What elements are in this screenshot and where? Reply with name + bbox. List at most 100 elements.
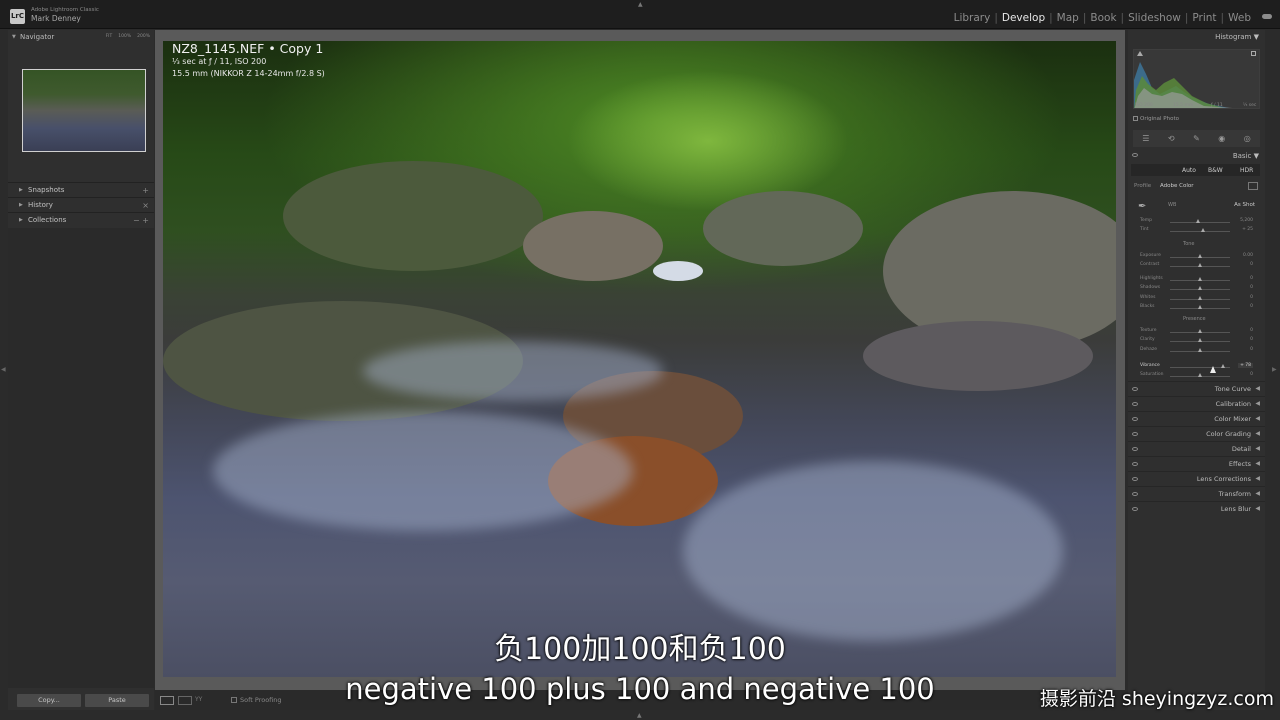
crop-icon[interactable]: ⟲ <box>1168 134 1175 143</box>
module-book[interactable]: Book <box>1086 12 1120 24</box>
healing-icon[interactable]: ✎ <box>1193 134 1200 143</box>
panel-visibility-eye-icon[interactable] <box>1132 492 1138 496</box>
section-calibration[interactable]: Calibration ◀ <box>1128 396 1265 411</box>
zoom-100[interactable]: 100% <box>118 30 131 44</box>
snapshots-section[interactable]: ▶ Snapshots + <box>8 182 154 197</box>
history-section[interactable]: ▶ History × <box>8 197 154 212</box>
slider-value[interactable]: + 78 <box>1238 363 1253 368</box>
slider-value[interactable]: 0 <box>1250 347 1253 352</box>
shadow-clipping-icon[interactable] <box>1137 51 1143 56</box>
panel-visibility-eye-icon[interactable] <box>1132 447 1138 451</box>
filmstrip-toggle-icon[interactable]: ▲ <box>637 712 642 719</box>
collections-controls-icon[interactable]: − + <box>133 213 149 228</box>
section-color-mixer[interactable]: Color Mixer ◀ <box>1128 411 1265 426</box>
slider-value[interactable]: 0 <box>1250 276 1253 281</box>
bw-button[interactable]: B&W <box>1208 167 1223 174</box>
module-print[interactable]: Print <box>1188 12 1220 24</box>
panel-visibility-eye-icon[interactable] <box>1132 387 1138 391</box>
photo-preview[interactable] <box>163 41 1116 677</box>
panel-visibility-eye-icon[interactable] <box>1132 477 1138 481</box>
navigator-preview-thumbnail[interactable] <box>22 69 146 152</box>
red-eye-icon[interactable]: ◉ <box>1218 134 1225 143</box>
slider-thumb-icon[interactable] <box>1197 296 1202 300</box>
histogram-header[interactable]: Histogram ▼ <box>1215 33 1259 41</box>
slider-value[interactable]: 0.00 <box>1243 253 1253 258</box>
slider-thumb-icon[interactable] <box>1200 228 1205 232</box>
slider-thumb-icon[interactable] <box>1197 373 1202 377</box>
panel-visibility-eye-icon[interactable] <box>1132 153 1138 157</box>
slider-value[interactable]: 0 <box>1250 262 1253 267</box>
module-web[interactable]: Web <box>1224 12 1255 24</box>
slider-thumb-icon[interactable] <box>1197 329 1202 333</box>
auto-button[interactable]: Auto <box>1182 167 1196 174</box>
slider-clarity[interactable]: Clarity 0 <box>1136 337 1258 345</box>
zoom-200[interactable]: 200% <box>137 30 150 44</box>
slider-thumb-icon[interactable] <box>1197 305 1202 309</box>
zoom-fit[interactable]: FIT <box>106 30 113 44</box>
slider-thumb-icon[interactable] <box>1197 254 1202 258</box>
slider-thumb-icon[interactable] <box>1197 277 1202 281</box>
slider-value[interactable]: + 25 <box>1242 227 1253 232</box>
module-slideshow[interactable]: Slideshow <box>1124 12 1185 24</box>
panel-visibility-eye-icon[interactable] <box>1132 432 1138 436</box>
navigator-header[interactable]: ▼ Navigator FIT 100% 200% <box>8 30 154 44</box>
slider-vibrance[interactable]: Vibrance + 78 <box>1136 363 1258 371</box>
wb-dropdown[interactable]: As Shot <box>1234 202 1255 208</box>
section-transform[interactable]: Transform ◀ <box>1128 486 1265 501</box>
section-lens-blur[interactable]: Lens Blur ◀ <box>1128 501 1265 516</box>
histogram-graph[interactable] <box>1133 49 1260 109</box>
slider-thumb-icon[interactable] <box>1197 348 1202 352</box>
clear-history-icon[interactable]: × <box>142 198 149 213</box>
module-map[interactable]: Map <box>1053 12 1083 24</box>
panel-visibility-eye-icon[interactable] <box>1132 417 1138 421</box>
checkbox-icon[interactable] <box>1133 116 1138 121</box>
edit-sliders-icon[interactable]: ☰ <box>1142 134 1149 143</box>
slider-shadows[interactable]: Shadows 0 <box>1136 285 1258 293</box>
hdr-button[interactable]: HDR <box>1240 167 1253 174</box>
section-effects[interactable]: Effects ◀ <box>1128 456 1265 471</box>
slider-value[interactable]: 0 <box>1250 304 1253 309</box>
section-color-grading[interactable]: Color Grading ◀ <box>1128 426 1265 441</box>
cloud-sync-icon[interactable] <box>1262 14 1272 19</box>
section-lens-corrections[interactable]: Lens Corrections ◀ <box>1128 471 1265 486</box>
profile-dropdown[interactable]: Adobe Color <box>1160 183 1194 189</box>
right-panel-toggle-icon[interactable]: ▶ <box>1272 366 1277 373</box>
original-photo-toggle[interactable]: Original Photo <box>1133 116 1179 122</box>
add-snapshot-icon[interactable]: + <box>142 183 149 198</box>
panel-toggle-top-icon[interactable]: ▲ <box>638 1 643 8</box>
slider-thumb-icon[interactable] <box>1196 219 1201 223</box>
white-balance-eyedropper-icon[interactable]: ✒ <box>1138 201 1150 213</box>
slider-highlights[interactable]: Highlights 0 <box>1136 276 1258 284</box>
slider-value[interactable]: 0 <box>1250 372 1253 377</box>
profile-browser-icon[interactable] <box>1248 182 1258 190</box>
slider-value[interactable]: 0 <box>1250 328 1253 333</box>
module-library[interactable]: Library <box>950 12 995 24</box>
slider-saturation[interactable]: Saturation 0 <box>1136 372 1258 380</box>
slider-temp[interactable]: Temp 5,200 <box>1136 218 1258 226</box>
slider-thumb-icon[interactable] <box>1197 263 1202 267</box>
slider-value[interactable]: 0 <box>1250 285 1253 290</box>
slider-value[interactable]: 5,200 <box>1240 218 1253 223</box>
slider-thumb-icon[interactable] <box>1197 286 1202 290</box>
panel-visibility-eye-icon[interactable] <box>1132 462 1138 466</box>
masking-icon[interactable]: ◎ <box>1244 134 1251 143</box>
module-develop[interactable]: Develop <box>998 12 1049 24</box>
highlight-clipping-icon[interactable] <box>1251 51 1256 56</box>
panel-visibility-eye-icon[interactable] <box>1132 507 1138 511</box>
slider-value[interactable]: 0 <box>1250 337 1253 342</box>
basic-panel-header[interactable]: Basic ▼ <box>1128 150 1265 162</box>
slider-texture[interactable]: Texture 0 <box>1136 328 1258 336</box>
section-tone-curve[interactable]: Tone Curve ◀ <box>1128 381 1265 396</box>
slider-dehaze[interactable]: Dehaze 0 <box>1136 347 1258 355</box>
section-detail[interactable]: Detail ◀ <box>1128 441 1265 456</box>
collections-section[interactable]: ▶ Collections − + <box>8 212 154 227</box>
panel-visibility-eye-icon[interactable] <box>1132 402 1138 406</box>
slider-thumb-icon[interactable] <box>1220 364 1225 368</box>
slider-value[interactable]: 0 <box>1250 295 1253 300</box>
slider-thumb-icon[interactable] <box>1197 338 1202 342</box>
left-panel-toggle-icon[interactable]: ◀ <box>1 366 6 373</box>
slider-tint[interactable]: Tint + 25 <box>1136 227 1258 235</box>
slider-blacks[interactable]: Blacks 0 <box>1136 304 1258 312</box>
slider-contrast[interactable]: Contrast 0 <box>1136 262 1258 270</box>
slider-whites[interactable]: Whites 0 <box>1136 295 1258 303</box>
